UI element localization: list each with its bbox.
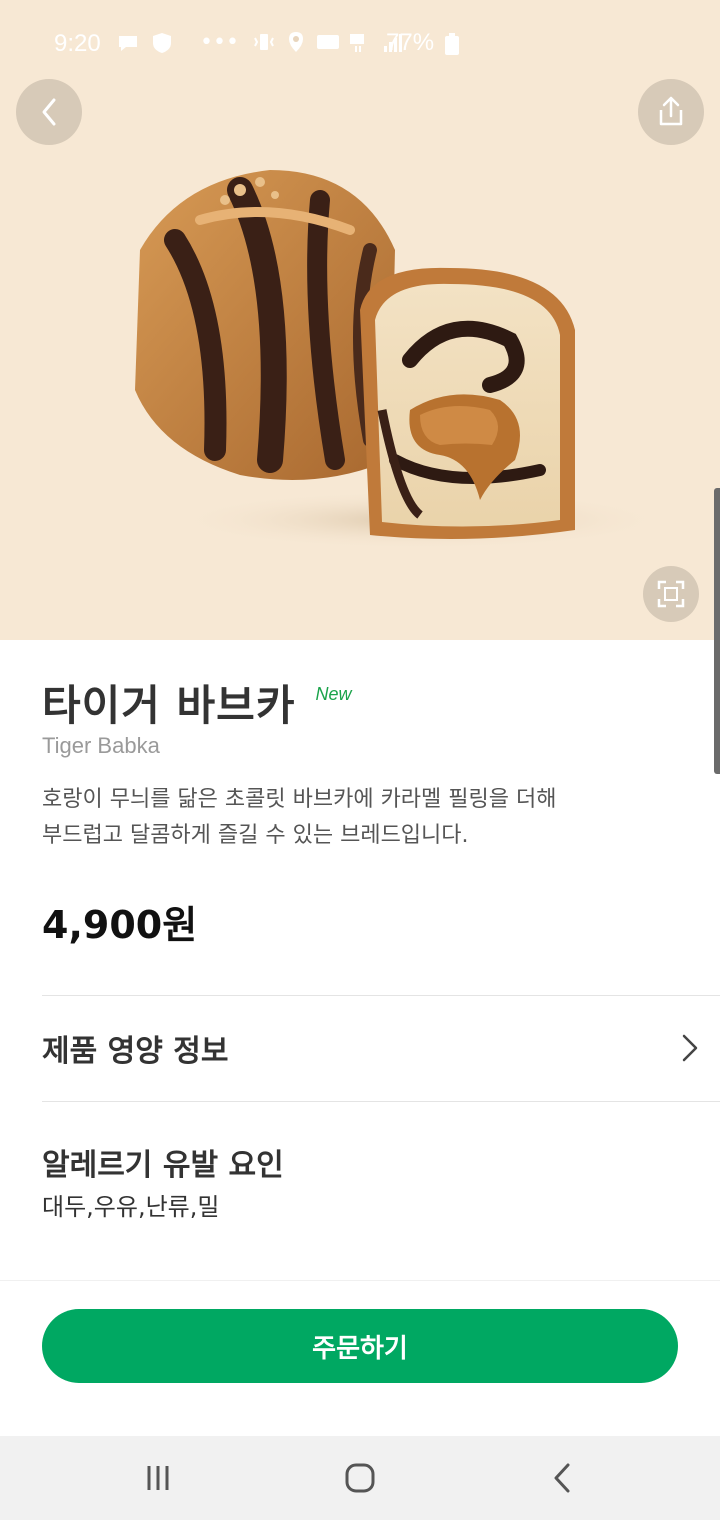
chevron-left-icon [42, 98, 56, 126]
system-back-button[interactable] [542, 1458, 582, 1498]
status-system-icons [252, 30, 404, 54]
share-icon [659, 96, 683, 126]
allergy-title: 알레르기 유발 요인 [42, 1148, 284, 1183]
home-icon [345, 1463, 375, 1493]
nutrition-info-row[interactable]: 제품 영양 정보 [42, 996, 702, 1100]
nutrition-info-label: 제품 영양 정보 [42, 1034, 229, 1069]
status-time: 9:20 [54, 30, 101, 57]
more-notifications-icon: ••• [200, 30, 239, 55]
new-badge: New [315, 684, 352, 704]
shield-icon [153, 32, 171, 53]
battery-icon [444, 32, 459, 55]
location-icon [289, 32, 303, 52]
product-description: 호랑이 무늬를 닮은 초콜릿 바브카에 카라멜 필링을 더해 부드럽고 달콤하게… [42, 782, 682, 854]
babka-image [135, 170, 670, 550]
product-hero-image: 9:20 ••• 77% [0, 0, 720, 640]
battery-percentage: 77% [386, 29, 459, 57]
status-bar: 9:20 ••• 77% [0, 0, 720, 88]
share-button[interactable] [638, 79, 704, 145]
product-english-name: Tiger Babka [42, 733, 160, 758]
chat-icon [119, 35, 137, 51]
product-name: 타이거 바브카 [42, 681, 296, 730]
recent-apps-icon [147, 1466, 169, 1490]
system-navigation-bar [0, 1436, 720, 1520]
fullscreen-image-button[interactable] [643, 566, 699, 622]
vibrate-icon [254, 34, 274, 50]
back-icon [554, 1463, 570, 1493]
description-line-2: 부드럽고 달콤하게 즐길 수 있는 브레드입니다. [42, 823, 469, 848]
back-button[interactable] [16, 79, 82, 145]
product-price: 4,900원 [42, 903, 198, 947]
status-notification-icons: ••• [116, 30, 239, 55]
order-button[interactable]: 주문하기 [42, 1309, 678, 1383]
description-line-1: 호랑이 무늬를 닮은 초콜릿 바브카에 카라멜 필링을 더해 [42, 787, 557, 812]
home-button[interactable] [340, 1458, 380, 1498]
scrollbar[interactable] [714, 488, 720, 774]
hd-voice-icon [317, 35, 339, 49]
product-title-row: 타이거 바브카 New [42, 672, 351, 733]
battery-value: 77% [386, 29, 435, 56]
divider [42, 1101, 720, 1102]
5g-signal-icon [350, 34, 364, 52]
allergy-list: 대두,우유,난류,밀 [42, 1193, 220, 1221]
chevron-right-icon [682, 1034, 698, 1062]
expand-icon [657, 580, 685, 608]
recent-apps-button[interactable] [138, 1458, 178, 1498]
